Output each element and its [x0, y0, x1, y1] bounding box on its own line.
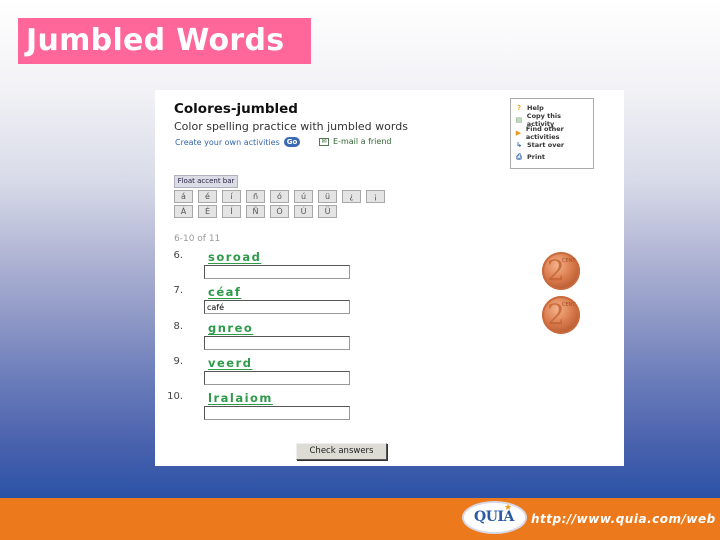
answer-input[interactable]	[204, 265, 350, 279]
accent-key[interactable]: é	[198, 190, 217, 203]
question-number: 6.	[173, 250, 183, 261]
arrow-right-icon: ▶	[515, 128, 522, 137]
help-icon: ?	[516, 104, 522, 113]
accent-key[interactable]: Ó	[270, 205, 289, 218]
question-number: 7.	[173, 285, 183, 296]
accent-key[interactable]: Ú	[294, 205, 313, 218]
create-activities-link[interactable]: Create your own activities Go	[175, 137, 301, 147]
accent-row-uppercase: Á É Í Ñ Ó Ú Ü	[174, 205, 385, 218]
answer-input[interactable]	[204, 371, 350, 385]
accent-key[interactable]: ñ	[246, 190, 265, 203]
go-button[interactable]: Go	[283, 137, 301, 147]
question-number: 10.	[167, 391, 183, 402]
menu-item-label[interactable]: Print	[527, 153, 545, 161]
coin-icon: 2 CENT	[542, 252, 580, 290]
accent-row-lowercase: á é í ñ ó ú ü ¿ ¡	[174, 190, 385, 203]
accent-key[interactable]: á	[174, 190, 193, 203]
menu-item-find[interactable]: ▶ Find other activities	[515, 125, 589, 141]
jumbled-word: céaf	[208, 285, 242, 299]
menu-item-print[interactable]: ⎙ Print	[515, 151, 589, 163]
quia-logo: QUIA ★	[462, 501, 527, 534]
accent-key[interactable]: É	[198, 205, 217, 218]
activity-menu: ? Help ▤ Copy this activity ▶ Find other…	[510, 98, 594, 169]
footer-url: http://www.quia.com/web	[531, 512, 716, 526]
star-icon: ★	[504, 503, 513, 513]
menu-item-label[interactable]: Find other activities	[526, 125, 589, 141]
jumbled-word: gnreo	[208, 321, 254, 335]
accent-key[interactable]: í	[222, 190, 241, 203]
print-icon: ⎙	[516, 152, 522, 161]
coin-icon: 2 CENT	[542, 296, 580, 334]
answer-input[interactable]	[204, 300, 350, 314]
accent-key[interactable]: Í	[222, 205, 241, 218]
email-icon: ✉	[319, 137, 329, 146]
accent-key[interactable]: Ü	[318, 205, 337, 218]
answer-input[interactable]	[204, 336, 350, 350]
question-number: 8.	[173, 321, 183, 332]
menu-item-label[interactable]: Help	[527, 104, 544, 112]
copy-icon: ▤	[515, 116, 523, 125]
check-answers-button[interactable]: Check answers	[296, 443, 387, 460]
email-friend-label[interactable]: E-mail a friend	[333, 137, 391, 146]
start-over-icon: ↳	[516, 141, 522, 150]
activity-subtitle: Color spelling practice with jumbled wor…	[174, 120, 408, 133]
page-indicator: 6-10 of 11	[174, 234, 221, 244]
question-number: 9.	[173, 356, 183, 367]
email-friend-link[interactable]: ✉ E-mail a friend	[319, 137, 391, 146]
slide-title: Jumbled Words	[18, 18, 311, 64]
activity-title: Colores-jumbled	[174, 101, 298, 117]
accent-key[interactable]: ¡	[366, 190, 385, 203]
accent-key[interactable]: ü	[318, 190, 337, 203]
coin-unit: CENT	[562, 302, 576, 308]
accent-key[interactable]: ó	[270, 190, 289, 203]
accent-bar: á é í ñ ó ú ü ¿ ¡ Á É Í Ñ Ó Ú Ü	[174, 190, 385, 220]
coin-unit: CENT	[562, 258, 576, 264]
accent-key[interactable]: Á	[174, 205, 193, 218]
menu-item-label[interactable]: Start over	[527, 141, 564, 149]
accent-key[interactable]: ¿	[342, 190, 361, 203]
answer-input[interactable]	[204, 406, 350, 420]
create-activities-label[interactable]: Create your own activities	[175, 138, 280, 147]
jumbled-word: veerd	[208, 356, 253, 370]
jumbled-word: lralaiom	[208, 391, 273, 405]
accent-key[interactable]: Ñ	[246, 205, 265, 218]
float-accent-bar-button[interactable]: Float accent bar	[174, 175, 238, 188]
jumbled-word: soroad	[208, 250, 262, 264]
accent-key[interactable]: ú	[294, 190, 313, 203]
